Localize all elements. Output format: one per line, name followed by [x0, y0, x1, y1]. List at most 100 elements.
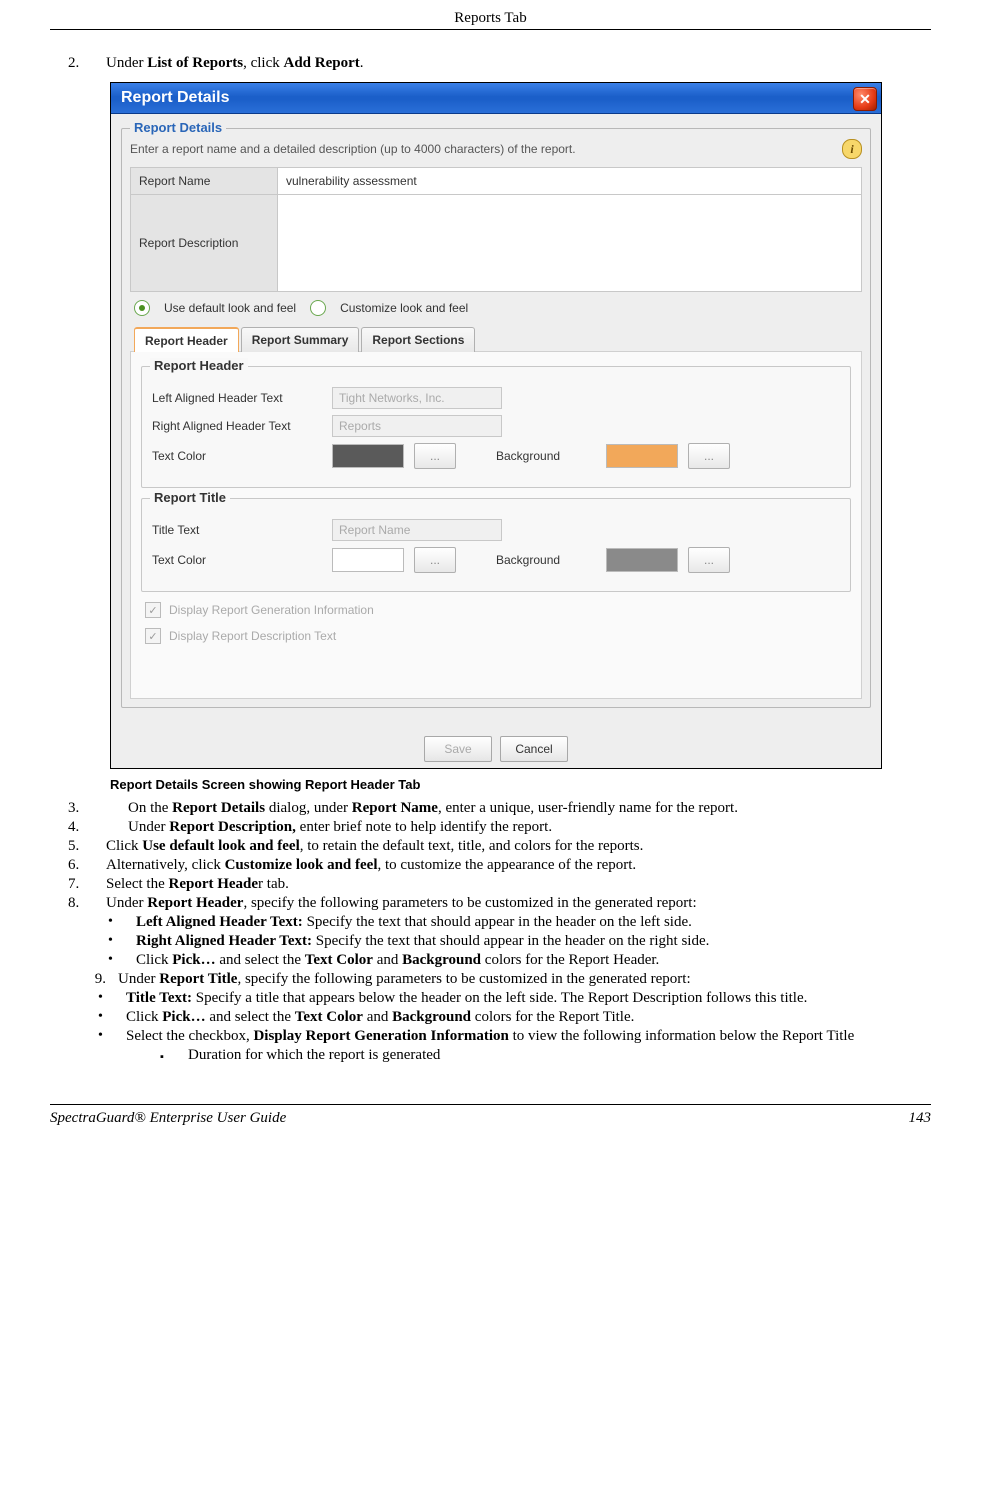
title-text-input[interactable]: Report Name: [332, 519, 502, 541]
chk-generation-info: ✓ Display Report Generation Information: [145, 602, 851, 618]
close-button[interactable]: ✕: [853, 87, 877, 111]
cancel-button[interactable]: Cancel: [500, 736, 568, 762]
chk-generation-box[interactable]: ✓: [145, 602, 161, 618]
t: Under: [118, 971, 159, 987]
title-bg-pick[interactable]: ...: [688, 547, 730, 573]
bullet-icon: •: [108, 952, 136, 969]
t: and select the: [206, 1009, 295, 1025]
report-title-group: Report Title Title Text Report Name Text…: [141, 498, 851, 592]
window-titlebar[interactable]: Report Details ✕: [111, 83, 881, 114]
report-name-input[interactable]: [278, 168, 861, 194]
title-bg-swatch: [606, 548, 678, 572]
t: Under: [106, 895, 147, 911]
tab-report-sections[interactable]: Report Sections: [361, 327, 475, 352]
bullet-text: Click Pick… and select the Text Color an…: [136, 952, 931, 969]
step-text: Select the Report Header tab.: [106, 876, 931, 893]
instruction-block: 3. On the Report Details dialog, under R…: [50, 800, 931, 1064]
tab-report-header[interactable]: Report Header: [134, 327, 239, 352]
bold: List of Reports: [147, 55, 243, 71]
t: Specify the text that should appear in t…: [312, 933, 709, 949]
title-textcolor-pick[interactable]: ...: [414, 547, 456, 573]
step-9: 9. Under Report Title, specify the follo…: [60, 971, 931, 988]
footer-page-number: 143: [909, 1110, 932, 1127]
t: and: [373, 952, 402, 968]
tab-bar: Report Header Report Summary Report Sect…: [130, 326, 862, 351]
bullet: • Click Pick… and select the Text Color …: [98, 1009, 931, 1026]
report-details-window: Report Details ✕ Report Details Enter a …: [110, 82, 882, 769]
step-3: 3. On the Report Details dialog, under R…: [68, 800, 931, 817]
radio-custom-look[interactable]: [310, 300, 326, 316]
footer-left: SpectraGuard® Enterprise User Guide: [50, 1110, 286, 1127]
t: Click: [136, 952, 172, 968]
bullet-text: Title Text: Specify a title that appears…: [126, 990, 931, 1007]
report-description-input[interactable]: [278, 195, 861, 267]
chk-description-label: Display Report Description Text: [169, 629, 336, 643]
t: dialog, under: [265, 800, 352, 816]
right-header-input[interactable]: Reports: [332, 415, 502, 437]
close-icon: ✕: [859, 91, 871, 108]
t: Under: [128, 819, 169, 835]
square-bullet: ▪ Duration for which the report is gener…: [160, 1047, 931, 1064]
page-footer: SpectraGuard® Enterprise User Guide 143: [50, 1104, 931, 1127]
window-title: Report Details: [121, 89, 229, 107]
title-textcolor-label: Text Color: [152, 553, 322, 567]
bullet: • Select the checkbox, Display Report Ge…: [98, 1028, 931, 1045]
t: , specify the following parameters to be…: [243, 895, 696, 911]
b: Report Details: [172, 800, 265, 816]
t: and: [363, 1009, 392, 1025]
tab-panel-header: Report Header Left Aligned Header Text T…: [130, 351, 862, 699]
t: Specify a title that appears below the h…: [192, 990, 807, 1006]
header-bg-label: Background: [496, 449, 596, 463]
step-2: 2. Under List of Reports, click Add Repo…: [68, 55, 931, 72]
step-number: 7.: [68, 876, 106, 893]
b: Pick…: [162, 1009, 205, 1025]
bullet: • Title Text: Specify a title that appea…: [98, 990, 931, 1007]
bullet-icon: •: [98, 1028, 126, 1045]
left-header-input[interactable]: Tight Networks, Inc.: [332, 387, 502, 409]
step-4: 4. Under Report Description, enter brief…: [68, 819, 931, 836]
report-header-group: Report Header Left Aligned Header Text T…: [141, 366, 851, 488]
dialog-buttons: Save Cancel: [111, 726, 881, 768]
header-textcolor-pick[interactable]: ...: [414, 443, 456, 469]
step-text: Under Report Title, specify the followin…: [118, 971, 931, 988]
t: to view the following information below …: [509, 1028, 854, 1044]
t: , to customize the appearance of the rep…: [378, 857, 637, 873]
bullet: • Click Pick… and select the Text Color …: [108, 952, 931, 969]
tab-report-summary[interactable]: Report Summary: [241, 327, 360, 352]
bullet-text: Click Pick… and select the Text Color an…: [126, 1009, 931, 1026]
b: Use default look and feel: [142, 838, 300, 854]
bullet-text: Right Aligned Header Text: Specify the t…: [136, 933, 931, 950]
step-8: 8. Under Report Header, specify the foll…: [68, 895, 931, 912]
save-button[interactable]: Save: [424, 736, 492, 762]
left-header-text-row: Left Aligned Header Text Tight Networks,…: [152, 387, 840, 409]
step9-bullets: • Title Text: Specify a title that appea…: [98, 990, 931, 1045]
step-number: 5.: [68, 838, 106, 855]
b: Display Report Generation Information: [253, 1028, 508, 1044]
report-title-legend: Report Title: [150, 490, 230, 505]
bullet-icon: •: [108, 933, 136, 950]
step-6: 6. Alternatively, click Customize look a…: [68, 857, 931, 874]
step-number: 2.: [68, 55, 106, 72]
header-textcolor-swatch: [332, 444, 404, 468]
t: , to retain the default text, title, and…: [300, 838, 644, 854]
step-number: 9.: [60, 971, 118, 988]
t: Specify the text that should appear in t…: [303, 914, 692, 930]
step-text: Under List of Reports, click Add Report.: [106, 55, 931, 72]
t: , specify the following parameters to be…: [237, 971, 690, 987]
square-icon: ▪: [160, 1047, 188, 1064]
t: Alternatively, click: [106, 857, 225, 873]
group-legend: Report Details: [130, 120, 226, 135]
step-text: Click Use default look and feel, to reta…: [106, 838, 931, 855]
radio-default-look[interactable]: [134, 300, 150, 316]
chk-description-text: ✓ Display Report Description Text: [145, 628, 851, 644]
text: , click: [243, 55, 283, 71]
header-bg-pick[interactable]: ...: [688, 443, 730, 469]
step-number: 6.: [68, 857, 106, 874]
chk-description-box[interactable]: ✓: [145, 628, 161, 644]
b: Pick…: [172, 952, 215, 968]
radio-custom-label: Customize look and feel: [340, 301, 468, 315]
info-icon[interactable]: i: [842, 139, 862, 159]
b: Report Heade: [168, 876, 258, 892]
report-name-label: Report Name: [130, 167, 278, 195]
bullet: • Left Aligned Header Text: Specify the …: [108, 914, 931, 931]
